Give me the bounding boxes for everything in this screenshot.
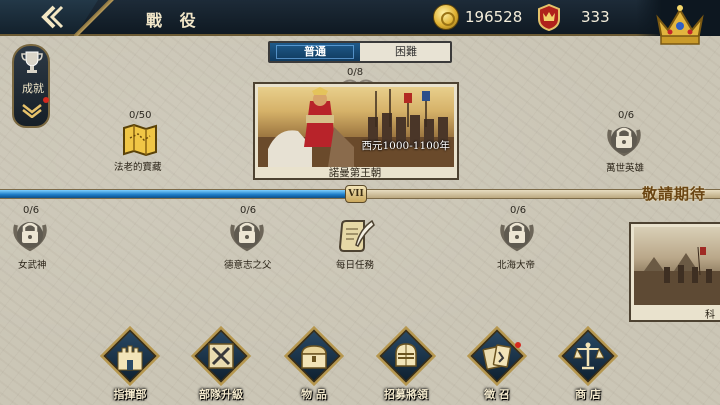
treasure-map-icon[interactable] xyxy=(118,124,162,158)
trophy-icon xyxy=(21,51,43,73)
achievements-label: 成就 xyxy=(22,82,44,95)
treasure-chest-icon xyxy=(301,345,327,369)
node-label: 法老的寶藏 xyxy=(114,162,162,173)
cards-icon xyxy=(482,344,512,370)
era-marker: VII xyxy=(345,185,367,203)
campaign-card[interactable]: 西元1000-1100年 諾曼第王朝 xyxy=(253,82,459,180)
menu-label: 招募將領 xyxy=(384,388,428,401)
gold-coin-icon xyxy=(433,4,459,30)
menu-headquarters[interactable]: 指揮部 xyxy=(98,325,162,405)
node-label: 北海大帝 xyxy=(497,260,536,271)
next-campaign-name: 科 xyxy=(705,310,715,321)
next-campaign-card[interactable]: 科 xyxy=(629,222,720,322)
node-label: 女武神 xyxy=(18,260,47,271)
achievements-button[interactable]: 成就 xyxy=(12,44,50,128)
top-bar: 戰 役 196528 333 xyxy=(0,0,720,36)
rank-points: 333 xyxy=(581,8,610,26)
node-label: 萬世英雄 xyxy=(606,163,645,174)
crown-icon[interactable] xyxy=(652,0,708,48)
rank-crest-icon xyxy=(538,3,560,31)
campaign-artwork: 西元1000-1100年 xyxy=(258,87,454,167)
difficulty-toggle: 普通 困難 xyxy=(268,41,452,63)
node-count: 0/6 xyxy=(240,205,257,216)
notification-dot xyxy=(515,342,521,348)
notification-dot xyxy=(43,97,49,103)
difficulty-hard-tab[interactable]: 困難 xyxy=(362,43,450,61)
node-label: 每日任務 xyxy=(336,260,375,271)
node-count: 0/6 xyxy=(618,110,635,121)
next-campaign-artwork xyxy=(634,227,720,305)
menu-shop[interactable]: 商 店 xyxy=(556,325,620,405)
campaign-period: 西元1000-1100年 xyxy=(361,140,451,152)
menu-unit-upgrade[interactable]: 部隊升級 xyxy=(189,325,253,405)
node-count: 0/6 xyxy=(23,205,40,216)
gold-amount: 196528 xyxy=(465,8,523,26)
node-count: 0/6 xyxy=(510,205,527,216)
scroll-quill-icon[interactable] xyxy=(336,219,376,253)
menu-label: 徵 召 xyxy=(484,388,510,401)
menu-items[interactable]: 物 品 xyxy=(282,325,346,405)
menu-recruit-generals[interactable]: 招募將領 xyxy=(374,325,438,405)
page-title: 戰 役 xyxy=(146,11,202,30)
lock-laurel-icon[interactable] xyxy=(10,217,50,253)
chevron-down-icon xyxy=(22,104,42,118)
menu-label: 指揮部 xyxy=(113,388,147,401)
back-arrow-icon xyxy=(41,5,64,29)
coming-soon-label: 敬請期待 xyxy=(642,185,707,203)
campaign-name: 諾曼第王朝 xyxy=(328,167,382,179)
difficulty-normal-tab[interactable]: 普通 xyxy=(270,43,360,61)
lock-laurel-icon[interactable] xyxy=(227,217,267,253)
timeline-progress xyxy=(0,190,353,198)
lock-laurel-icon[interactable] xyxy=(604,122,644,158)
lock-laurel-icon[interactable] xyxy=(497,217,537,253)
knight-helmet-icon xyxy=(395,343,417,367)
node-count: 0/50 xyxy=(129,110,152,121)
menu-label: 商 店 xyxy=(575,388,601,401)
menu-conscript[interactable]: 徵 召 xyxy=(465,325,529,405)
node-label: 德意志之父 xyxy=(224,260,272,271)
balance-scale-icon xyxy=(573,342,604,370)
menu-label: 部隊升級 xyxy=(199,388,243,401)
back-button-trim xyxy=(74,0,114,36)
menu-label: 物 品 xyxy=(301,388,327,401)
crossed-swords-icon xyxy=(208,343,234,369)
castle-icon xyxy=(117,345,143,371)
